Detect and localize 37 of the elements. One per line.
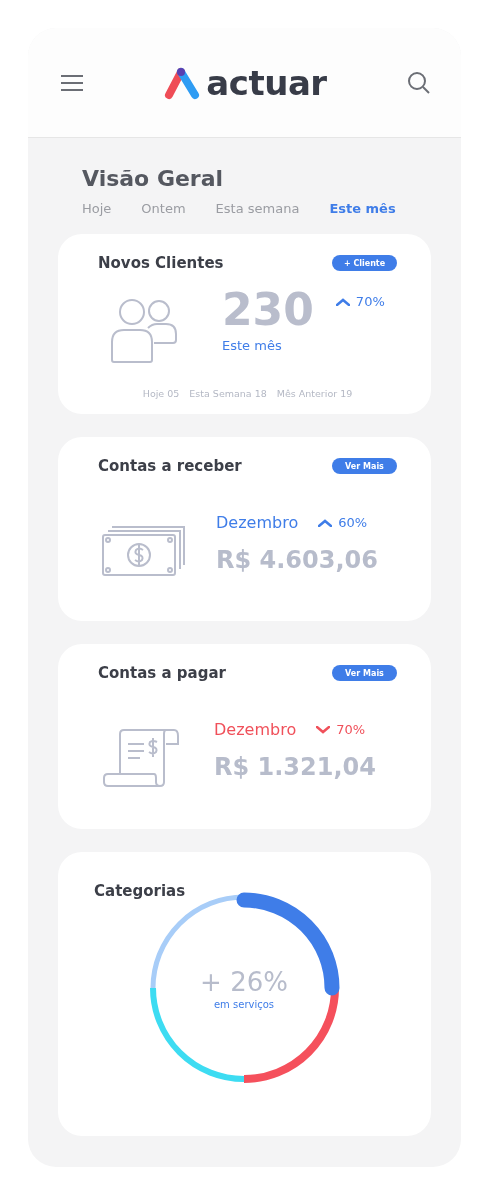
- trend-percent: 70%: [336, 722, 366, 737]
- users-icon: [110, 296, 180, 364]
- amount-value: R$ 1.321,04: [214, 753, 376, 781]
- logo-text: actuar: [206, 65, 327, 100]
- stat-text: Esta Semana 18: [189, 388, 267, 399]
- search-button[interactable]: [407, 70, 431, 95]
- page-title: Visão Geral: [82, 166, 225, 191]
- card-title: Contas a pagar: [98, 664, 226, 682]
- see-more-button[interactable]: Ver Mais: [332, 458, 397, 474]
- period-tab[interactable]: Esta semana: [215, 201, 300, 216]
- receipt-icon: [102, 728, 182, 788]
- stat-text: Mês Anterior 19: [276, 388, 353, 399]
- trend-percent: 70%: [355, 294, 385, 309]
- menu-button[interactable]: [60, 73, 84, 92]
- card-title: Novos Clientes: [98, 254, 224, 272]
- period-tab[interactable]: Ontem: [141, 201, 186, 216]
- chevron-down-icon: [316, 725, 331, 734]
- menu-icon: [60, 73, 84, 92]
- search-icon: [407, 70, 431, 95]
- card-title: Contas a receber: [98, 457, 242, 475]
- stat-text: Hoje 05: [142, 388, 180, 399]
- month-label: Dezembro: [216, 513, 299, 532]
- banknotes-icon: [102, 525, 186, 577]
- amount-value: R$ 4.603,06: [216, 546, 378, 574]
- period-tab[interactable]: Este mês: [329, 201, 396, 216]
- month-label: Dezembro: [214, 720, 297, 739]
- trend-percent: 60%: [338, 515, 368, 530]
- center-label: em serviços: [213, 998, 275, 1010]
- client-count: 230: [222, 288, 314, 332]
- chevron-up-icon: [335, 297, 350, 306]
- period-tab[interactable]: Hoje: [82, 201, 112, 216]
- card-title: Categorias: [94, 882, 187, 900]
- count-label: Este mês: [222, 338, 283, 353]
- center-value: + 26%: [200, 966, 288, 997]
- add-client-button[interactable]: + Cliente: [332, 255, 397, 271]
- chevron-up-icon: [318, 518, 333, 527]
- see-more-button[interactable]: Ver Mais: [332, 665, 397, 681]
